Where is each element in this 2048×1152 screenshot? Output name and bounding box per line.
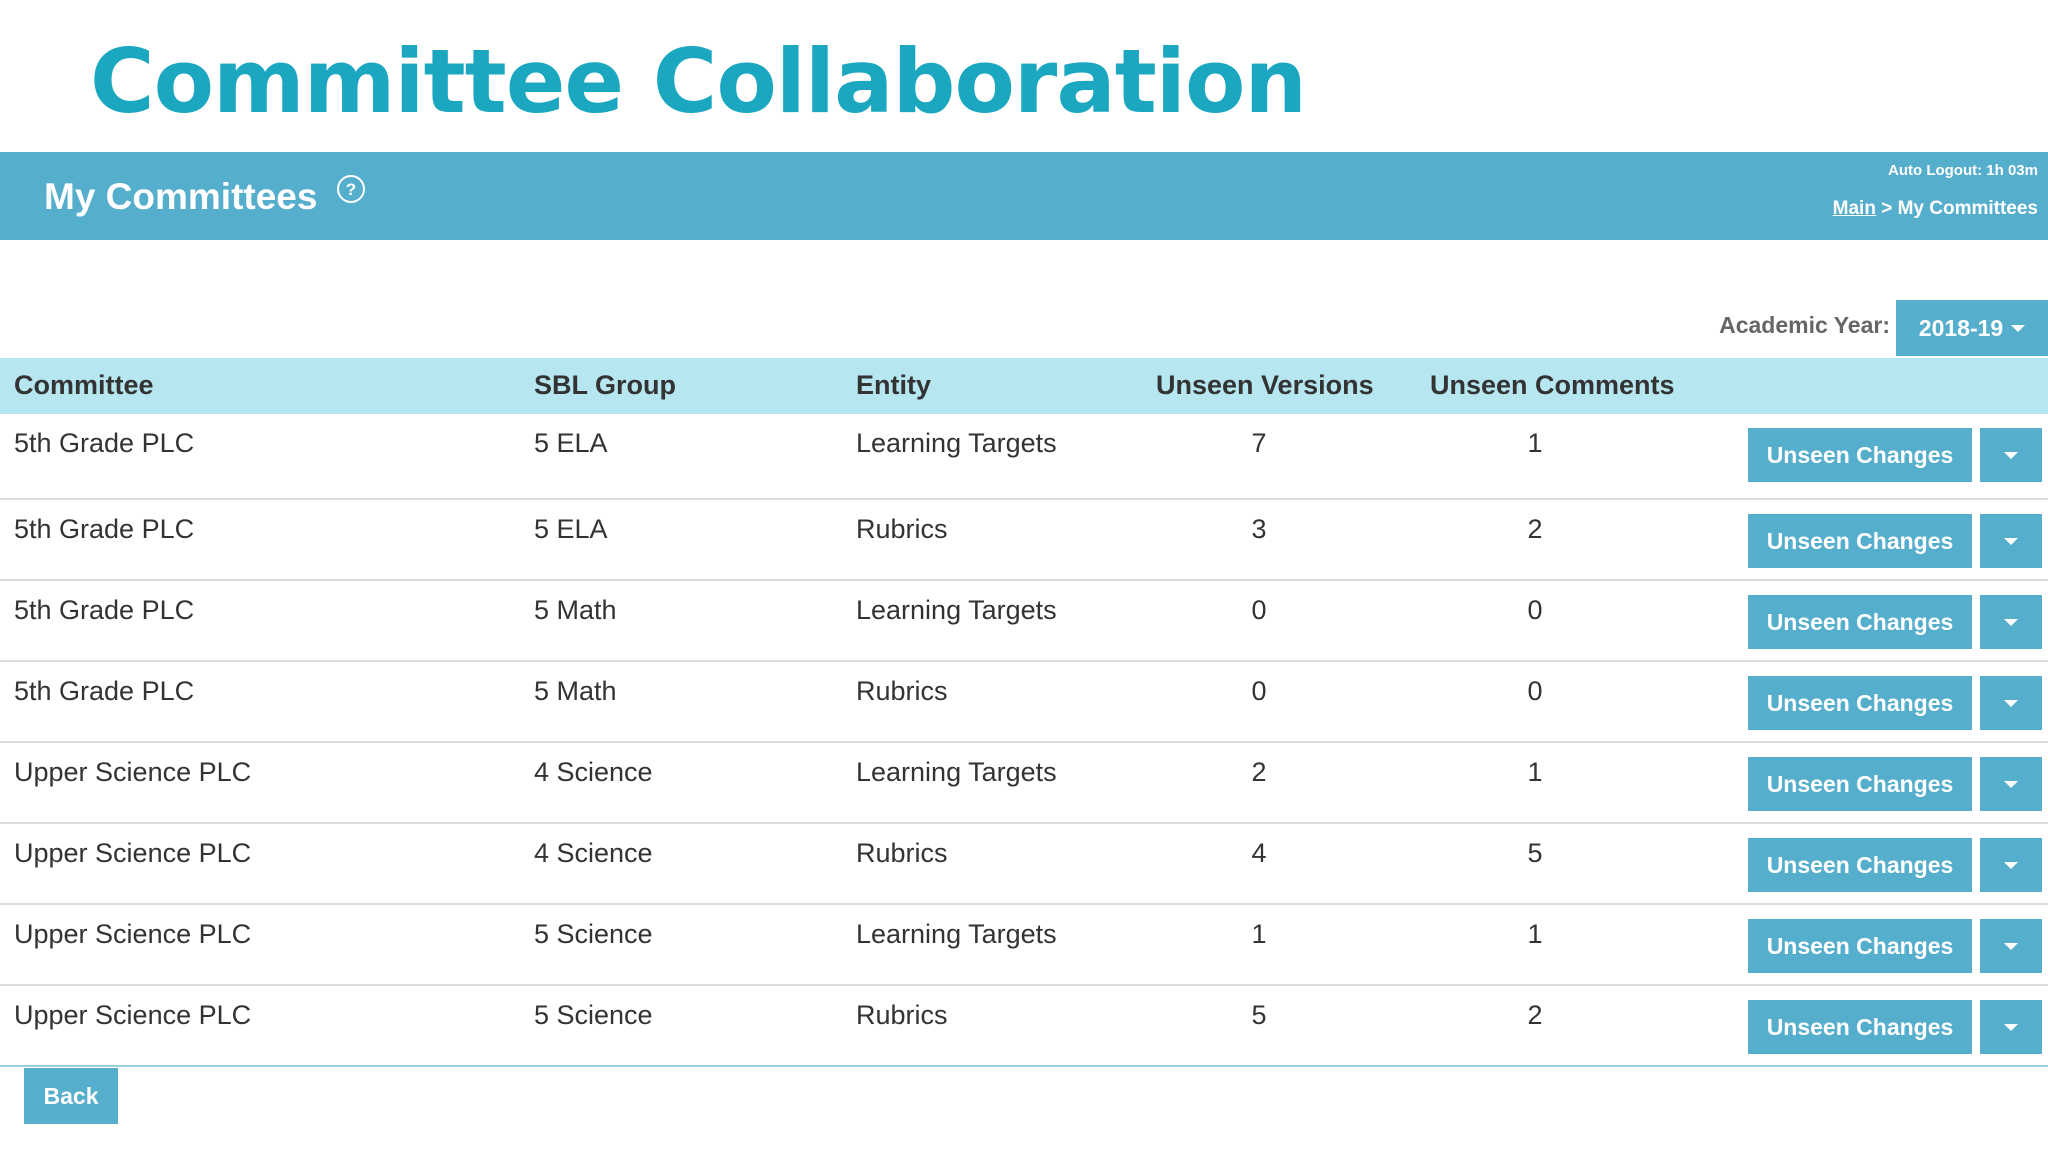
academic-year-dropdown[interactable]: 2018-19 (1896, 300, 2048, 356)
page-title: My Committees (44, 176, 318, 217)
row-actions-dropdown[interactable] (1980, 838, 2042, 892)
row-actions-dropdown[interactable] (1980, 595, 2042, 649)
committee-cell: 5th Grade PLC (14, 676, 195, 706)
unseen-comments-cell: 1 (1527, 757, 1543, 787)
sbl-group-cell: 5 ELA (534, 514, 608, 544)
table-row: 5th Grade PLC 5 ELA Learning Targets 7 1… (0, 414, 2048, 500)
committee-cell: 5th Grade PLC (14, 514, 195, 544)
sbl-group-cell: 5 Math (534, 676, 617, 706)
table-header: Committee SBL Group Entity Unseen Versio… (0, 358, 2048, 414)
caret-down-icon (2004, 618, 2018, 626)
committee-cell: 5th Grade PLC (14, 595, 195, 625)
row-actions-dropdown[interactable] (1980, 428, 2042, 482)
unseen-versions-cell: 2 (1251, 757, 1267, 787)
unseen-comments-cell: 0 (1527, 595, 1543, 625)
unseen-comments-cell: 2 (1527, 514, 1543, 544)
table-row: Upper Science PLC 5 Science Learning Tar… (0, 905, 2048, 986)
unseen-changes-button[interactable]: Unseen Changes (1748, 595, 1972, 649)
column-header-entity: Entity (856, 370, 932, 400)
sbl-group-cell: 5 Science (534, 919, 653, 949)
column-header-unseen-comments: Unseen Comments (1430, 370, 1675, 400)
table-row: Upper Science PLC 4 Science Rubrics 4 5 … (0, 824, 2048, 905)
entity-cell: Rubrics (856, 676, 948, 706)
sbl-group-cell: 5 Math (534, 595, 617, 625)
unseen-versions-cell: 4 (1251, 838, 1267, 868)
unseen-changes-button[interactable]: Unseen Changes (1748, 676, 1972, 730)
academic-year-label: Academic Year: (1719, 312, 1890, 338)
committee-cell: Upper Science PLC (14, 838, 252, 868)
breadcrumb-current: My Committees (1897, 198, 2038, 219)
table-row: 5th Grade PLC 5 Math Learning Targets 0 … (0, 581, 2048, 662)
committee-cell: 5th Grade PLC (14, 428, 195, 458)
auto-logout-timer: Auto Logout: 1h 03m (1888, 162, 2038, 179)
entity-cell: Learning Targets (856, 428, 1057, 458)
unseen-comments-cell: 5 (1527, 838, 1543, 868)
caret-down-icon (2004, 1023, 2018, 1031)
sbl-group-cell: 4 Science (534, 757, 653, 787)
row-actions-dropdown[interactable] (1980, 757, 2042, 811)
unseen-comments-cell: 0 (1527, 676, 1543, 706)
row-actions-dropdown[interactable] (1980, 1000, 2042, 1054)
caret-down-icon (2004, 537, 2018, 545)
entity-cell: Rubrics (856, 514, 948, 544)
back-button[interactable]: Back (24, 1068, 118, 1124)
committees-table-body: 5th Grade PLC 5 ELA Learning Targets 7 1… (0, 414, 2048, 1067)
row-actions-dropdown[interactable] (1980, 919, 2042, 973)
unseen-changes-button[interactable]: Unseen Changes (1748, 1000, 1972, 1054)
caret-down-icon (2004, 942, 2018, 950)
breadcrumb: Main > My Committees (1833, 198, 2038, 220)
unseen-versions-cell: 1 (1251, 919, 1267, 949)
unseen-changes-button[interactable]: Unseen Changes (1748, 428, 1972, 482)
caret-down-icon (2004, 861, 2018, 869)
unseen-changes-button[interactable]: Unseen Changes (1748, 919, 1972, 973)
unseen-versions-cell: 0 (1251, 595, 1267, 625)
breadcrumb-main-link[interactable]: Main (1833, 198, 1876, 219)
question-circle-icon[interactable]: ? (336, 174, 366, 204)
table-row: Upper Science PLC 4 Science Learning Tar… (0, 743, 2048, 824)
caret-down-icon (2011, 324, 2026, 332)
table-row: Upper Science PLC 5 Science Rubrics 5 2 … (0, 986, 2048, 1067)
unseen-comments-cell: 2 (1527, 1000, 1543, 1030)
column-header-committee: Committee (14, 370, 154, 400)
committee-cell: Upper Science PLC (14, 919, 252, 949)
sbl-group-cell: 5 Science (534, 1000, 653, 1030)
committee-cell: Upper Science PLC (14, 757, 252, 787)
committee-cell: Upper Science PLC (14, 1000, 252, 1030)
unseen-versions-cell: 5 (1251, 1000, 1267, 1030)
entity-cell: Rubrics (856, 838, 948, 868)
caret-down-icon (2004, 451, 2018, 459)
slide-title: Committee Collaboration (90, 30, 1307, 133)
entity-cell: Learning Targets (856, 919, 1057, 949)
caret-down-icon (2004, 699, 2018, 707)
app-header: My Committees ? Auto Logout: 1h 03m Main… (0, 152, 2048, 240)
column-header-sbl-group: SBL Group (534, 370, 677, 400)
unseen-changes-button[interactable]: Unseen Changes (1748, 514, 1972, 568)
academic-year-value: 2018-19 (1918, 314, 2004, 341)
table-row: 5th Grade PLC 5 Math Rubrics 0 0 Unseen … (0, 662, 2048, 743)
sbl-group-cell: 5 ELA (534, 428, 608, 458)
sbl-group-cell: 4 Science (534, 838, 653, 868)
unseen-changes-button[interactable]: Unseen Changes (1748, 757, 1972, 811)
table-row: 5th Grade PLC 5 ELA Rubrics 3 2 Unseen C… (0, 500, 2048, 581)
caret-down-icon (2004, 780, 2018, 788)
column-header-unseen-versions: Unseen Versions (1156, 370, 1374, 400)
row-actions-dropdown[interactable] (1980, 514, 2042, 568)
unseen-changes-button[interactable]: Unseen Changes (1748, 838, 1972, 892)
unseen-comments-cell: 1 (1527, 919, 1543, 949)
unseen-versions-cell: 0 (1251, 676, 1267, 706)
svg-text:?: ? (346, 180, 356, 199)
entity-cell: Rubrics (856, 1000, 948, 1030)
unseen-versions-cell: 3 (1251, 514, 1267, 544)
entity-cell: Learning Targets (856, 595, 1057, 625)
unseen-versions-cell: 7 (1251, 428, 1267, 458)
entity-cell: Learning Targets (856, 757, 1057, 787)
unseen-comments-cell: 1 (1527, 428, 1543, 458)
breadcrumb-separator: > (1875, 198, 1898, 219)
row-actions-dropdown[interactable] (1980, 676, 2042, 730)
